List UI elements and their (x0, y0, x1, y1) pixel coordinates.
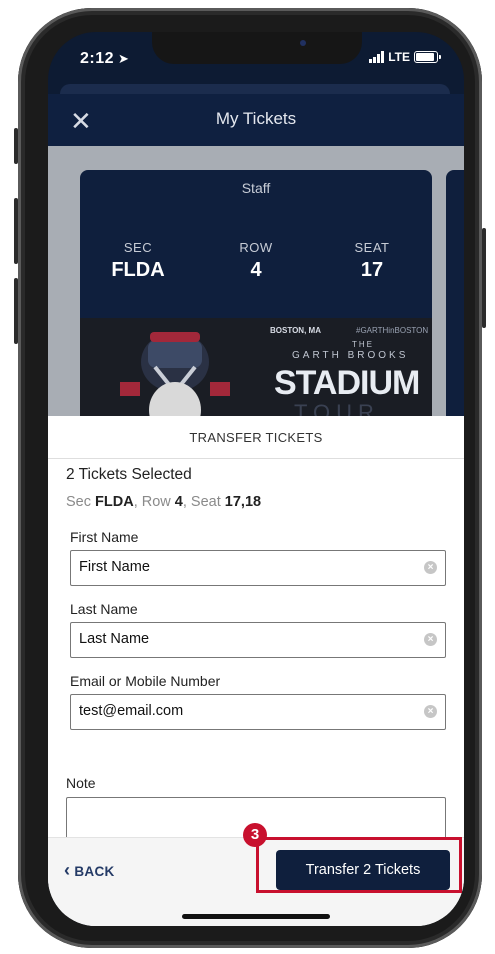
location-arrow-icon: ➤ (118, 51, 129, 66)
home-indicator (182, 914, 330, 919)
network-label: LTE (388, 50, 410, 64)
signal-icon (369, 51, 385, 63)
ticket-type: Staff (241, 180, 271, 196)
football-player-image (120, 322, 230, 420)
note-label: Note (66, 775, 96, 791)
modal-stack-edge (60, 84, 450, 94)
sheet-divider (48, 458, 464, 459)
seat-info-sec: FLDA (95, 494, 134, 510)
power-button (482, 228, 486, 328)
phone-screen: 2:12 ➤ LTE ✕ My Tickets Staff SEC FLDA R… (48, 32, 464, 926)
page-header: ✕ My Tickets (48, 94, 464, 146)
last-name-label: Last Name (70, 601, 138, 617)
seat-info-sec-prefix: Sec (66, 494, 96, 510)
back-button[interactable]: ‹ BACK (64, 860, 115, 881)
seat-column: SEAT 17 (322, 240, 422, 282)
seat-label: SEAT (354, 240, 390, 255)
event-city: BOSTON, MA (270, 326, 321, 335)
event-artist: GARTH BROOKS (292, 350, 409, 361)
volume-down-button (14, 278, 18, 344)
row-label: ROW (239, 240, 273, 255)
volume-up-button (14, 198, 18, 264)
step-badge: 3 (243, 823, 267, 847)
event-title: STADIUM (274, 364, 420, 402)
camera-dot (300, 40, 306, 46)
sec-column: SEC FLDA (88, 240, 188, 282)
mute-switch (14, 128, 18, 164)
seat-info-seat-prefix: , Seat (182, 494, 225, 510)
tickets-selected: 2 Tickets Selected (66, 466, 192, 483)
next-ticket-peek[interactable] (446, 170, 464, 420)
clear-contact-icon[interactable]: × (424, 705, 437, 718)
seat-info: Sec FLDA, Row 4, Seat 17,18 (66, 494, 261, 510)
ticket-card[interactable]: Staff SEC FLDA ROW 4 SEAT 17 BOSTON, MA … (80, 170, 432, 420)
sec-value: FLDA (111, 259, 165, 281)
event-hashtag: #GARTHinBOSTON (356, 326, 429, 335)
clear-first-name-icon[interactable]: × (424, 561, 437, 574)
contact-label: Email or Mobile Number (70, 673, 221, 689)
clear-last-name-icon[interactable]: × (424, 633, 437, 646)
seat-info-row: 4 (174, 494, 183, 510)
first-name-label: First Name (70, 529, 139, 545)
step-highlight-box (256, 837, 462, 893)
ticket-carousel[interactable]: Staff SEC FLDA ROW 4 SEAT 17 BOSTON, MA … (48, 146, 464, 420)
chevron-left-icon: ‹ (64, 860, 71, 880)
email-or-mobile-input[interactable] (79, 695, 409, 727)
back-label: BACK (74, 864, 115, 879)
seat-info-row-prefix: , Row (133, 494, 175, 510)
sheet-title: TRANSFER TICKETS (189, 430, 323, 445)
first-name-input[interactable] (79, 551, 409, 583)
sec-label: SEC (123, 240, 153, 255)
status-time: 2:12 (80, 50, 115, 67)
status-indicators: LTE (369, 50, 441, 64)
contact-field-box: × (70, 694, 446, 730)
row-column: ROW 4 (206, 240, 306, 282)
last-name-field-box: × (70, 622, 446, 658)
row-value: 4 (250, 259, 262, 281)
battery-icon (414, 51, 441, 63)
notch (152, 32, 362, 64)
last-name-input[interactable] (79, 623, 409, 655)
seat-value: 17 (360, 259, 384, 281)
page-title: My Tickets (215, 109, 297, 128)
first-name-field-box: × (70, 550, 446, 586)
seat-info-seats: 17,18 (224, 494, 262, 510)
event-banner: BOSTON, MA #GARTHinBOSTON THE GARTH BROO… (80, 318, 432, 420)
event-the: THE (352, 340, 374, 349)
